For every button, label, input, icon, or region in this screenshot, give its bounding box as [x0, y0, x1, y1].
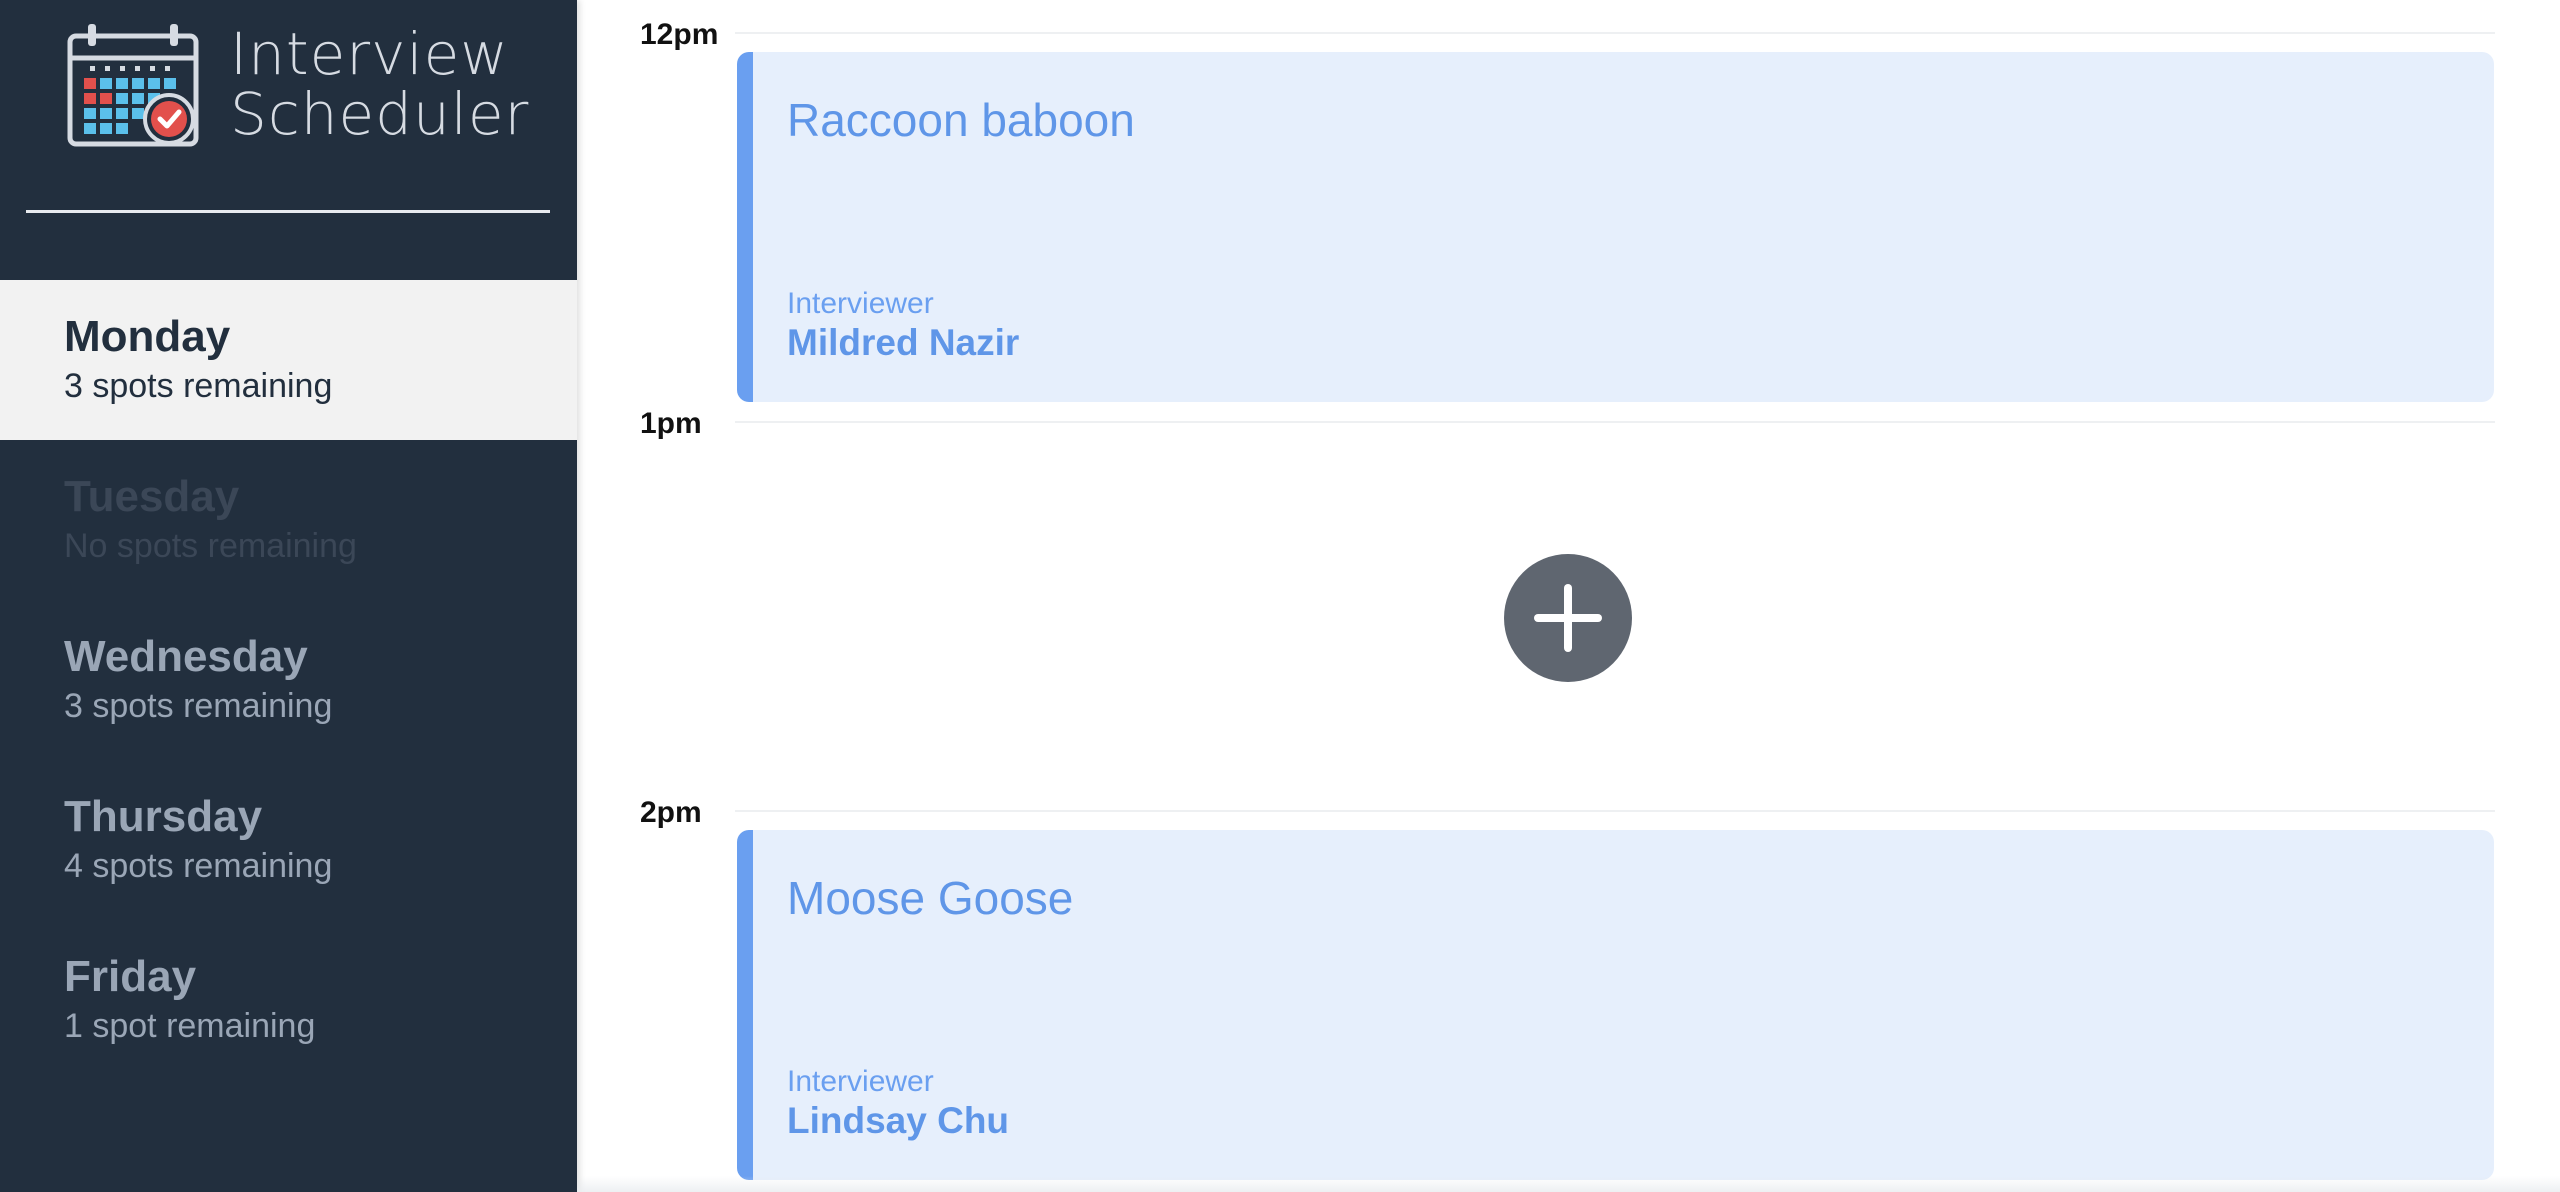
day-item-friday[interactable]: Friday 1 spot remaining [0, 920, 577, 1080]
app: Interview Scheduler Monday 3 spots remai… [0, 0, 2560, 1192]
sidebar-separator [26, 210, 550, 213]
time-label-1pm: 1pm [640, 407, 702, 440]
interviewer-label: Interviewer [787, 1065, 934, 1098]
appointment-card[interactable]: Moose Goose Interviewer Lindsay Chu [737, 830, 2494, 1180]
app-title-line2: Scheduler [230, 80, 530, 148]
day-name: Friday [64, 952, 197, 1001]
day-spots: 3 spots remaining [64, 687, 333, 725]
hour-divider [735, 32, 2495, 34]
calendar-check-icon [66, 22, 200, 148]
plus-icon [1534, 584, 1602, 652]
hour-divider [735, 810, 2495, 812]
day-spots: 1 spot remaining [64, 1007, 316, 1045]
day-item-monday[interactable]: Monday 3 spots remaining [0, 280, 577, 440]
add-appointment-button[interactable] [1504, 554, 1632, 682]
day-item-tuesday[interactable]: Tuesday No spots remaining [0, 440, 577, 600]
app-title-line1: Interview [230, 20, 509, 88]
student-name: Moose Goose [787, 872, 1074, 924]
hour-divider [735, 421, 2495, 423]
time-label-12pm: 12pm [640, 18, 719, 51]
day-spots: No spots remaining [64, 527, 357, 565]
day-item-wednesday[interactable]: Wednesday 3 spots remaining [0, 600, 577, 760]
schedule: 12pm Raccoon baboon Interviewer Mildred … [577, 0, 2560, 1192]
day-name: Thursday [64, 792, 263, 841]
day-spots: 3 spots remaining [64, 367, 333, 405]
app-title: Interview Scheduler [230, 24, 529, 144]
appointment-card[interactable]: Raccoon baboon Interviewer Mildred Nazir [737, 52, 2494, 402]
day-name: Wednesday [64, 632, 308, 681]
day-name: Monday [64, 312, 231, 361]
day-list: Monday 3 spots remaining Tuesday No spot… [0, 280, 577, 1080]
scroll-fade [577, 1176, 2560, 1192]
day-spots: 4 spots remaining [64, 847, 333, 885]
time-label-2pm: 2pm [640, 796, 702, 829]
interviewer-label: Interviewer [787, 287, 934, 320]
sidebar: Interview Scheduler Monday 3 spots remai… [0, 0, 577, 1192]
interviewer-name: Lindsay Chu [787, 1100, 1010, 1141]
interviewer-name: Mildred Nazir [787, 322, 1020, 363]
day-item-thursday[interactable]: Thursday 4 spots remaining [0, 760, 577, 920]
day-name: Tuesday [64, 472, 240, 521]
student-name: Raccoon baboon [787, 94, 1135, 146]
